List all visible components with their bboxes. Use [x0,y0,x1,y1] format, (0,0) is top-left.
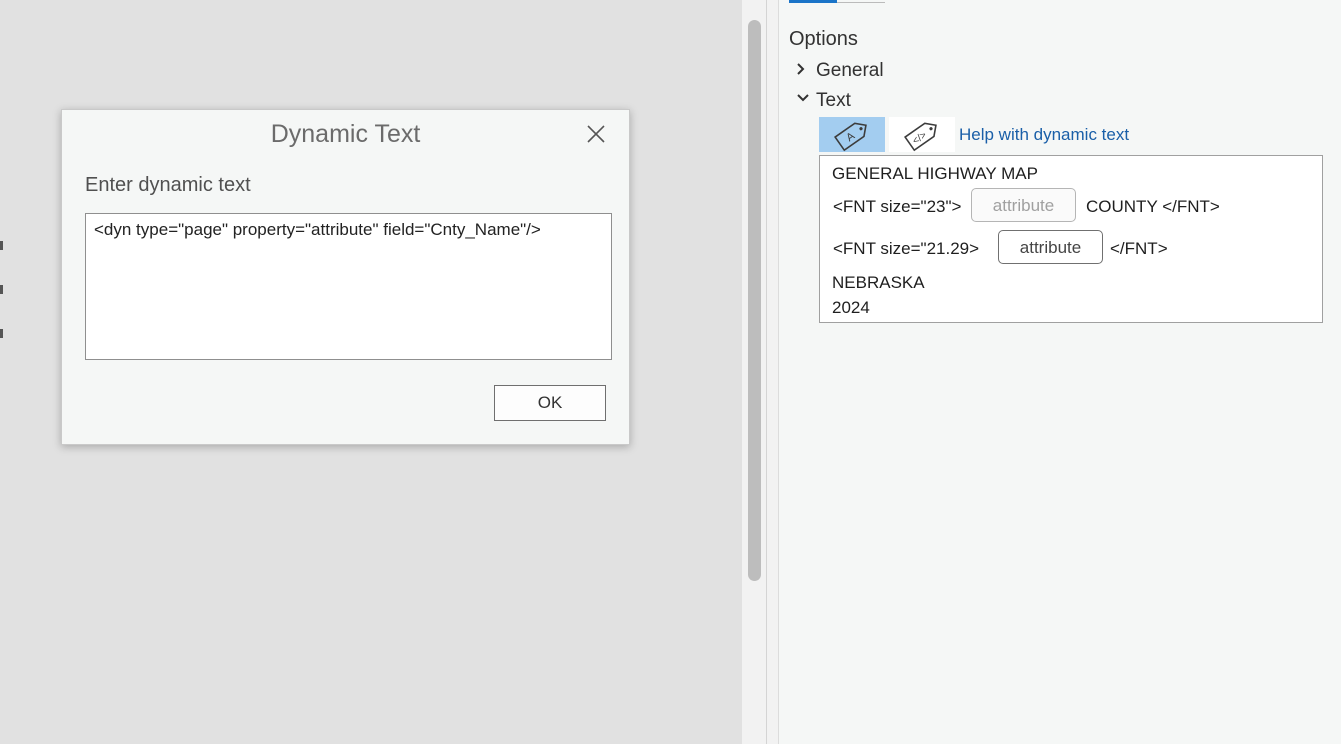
element-properties-pane: Options General Text A </> Help with dyn… [779,0,1341,744]
text-line-suffix: COUNTY </FNT> [1086,197,1220,216]
text-line: GENERAL HIGHWAY MAP [832,164,1038,183]
ok-button[interactable]: OK [494,385,606,421]
dynamic-text-label: Enter dynamic text [85,174,251,196]
tab-unselected-indicator[interactable] [837,2,885,3]
vertical-scrollbar-thumb[interactable] [748,20,761,581]
options-heading: Options [789,28,858,50]
text-content-box[interactable]: GENERAL HIGHWAY MAP <FNT size="23"> attr… [819,155,1323,323]
text-line: NEBRASKA [832,273,925,292]
help-dynamic-text-link[interactable]: Help with dynamic text [959,125,1129,145]
dynamic-text-dialog: Dynamic Text Enter dynamic text <dyn typ… [61,109,630,445]
divider-line [766,0,767,744]
tag-a-icon: A [834,122,867,152]
ruler-tick [0,241,3,250]
text-code-mode-button[interactable]: </> [889,117,955,152]
ruler-tick [0,329,3,338]
dialog-title: Dynamic Text [270,120,421,148]
text-line-suffix: </FNT> [1110,239,1168,258]
dynamic-text-input[interactable]: <dyn type="page" property="attribute" fi… [85,213,612,360]
svg-text:</>: </> [911,130,929,147]
text-line-prefix: <FNT size="21.29> [833,239,980,258]
chevron-right-icon[interactable] [796,62,806,76]
text-line-prefix: <FNT size="23"> [833,197,962,216]
chevron-down-icon[interactable] [796,93,810,103]
attribute-token[interactable]: attribute [971,188,1076,222]
tag-code-icon: </> [904,122,937,152]
section-text[interactable]: Text [816,90,851,112]
attribute-token[interactable]: attribute [998,230,1103,264]
tab-selected-indicator[interactable] [789,0,837,3]
close-icon[interactable] [585,123,607,145]
text-symbol-mode-button[interactable]: A [819,117,885,152]
section-general[interactable]: General [816,60,884,82]
text-line: 2024 [832,298,870,317]
ruler-tick [0,285,3,294]
